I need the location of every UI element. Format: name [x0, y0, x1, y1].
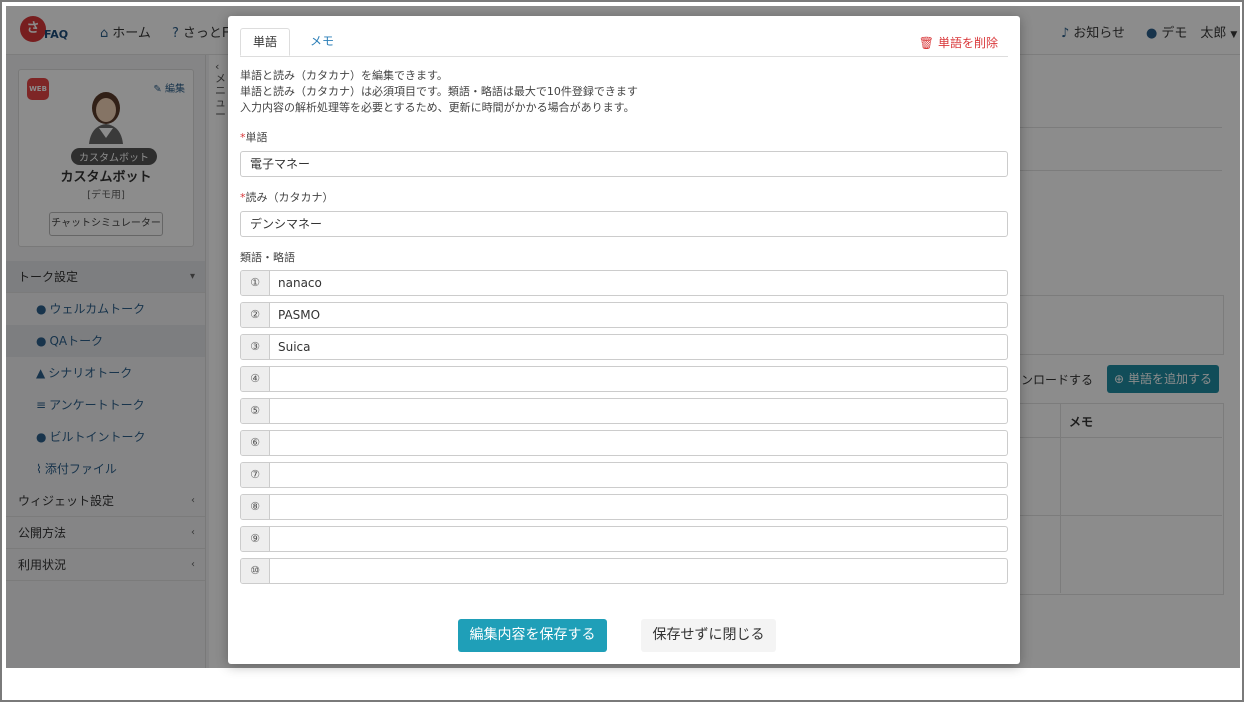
note-line: 入力内容の解析処理等を必要とするため、更新に時間がかかる場合があります。	[240, 101, 635, 114]
synonym-number: ⑦	[241, 463, 270, 487]
edit-word-modal: 単語 メモ 🗑 単語を削除 単語と読み（カタカナ）を編集できます。 単語と読み（カ…	[228, 16, 1020, 664]
reading-label: *読み（カタカナ）	[240, 189, 334, 205]
synonym-row-7[interactable]: ⑦	[240, 462, 1008, 488]
tab-memo[interactable]: メモ	[298, 28, 346, 56]
word-label-text: 単語	[245, 131, 268, 144]
synonym-number: ⑧	[241, 495, 270, 519]
reading-label-text: 読み（カタカナ）	[245, 191, 334, 204]
close-without-saving-button[interactable]: 保存せずに閉じる	[641, 619, 776, 652]
word-label: *単語	[240, 129, 268, 145]
synonym-number: ⑤	[241, 399, 270, 423]
delete-word-link[interactable]: 🗑 単語を削除	[919, 34, 998, 51]
synonym-input[interactable]: Suica	[278, 335, 311, 359]
synonym-row-5[interactable]: ⑤	[240, 398, 1008, 424]
synonym-row-6[interactable]: ⑥	[240, 430, 1008, 456]
synonym-number: ③	[241, 335, 270, 359]
screenshot-frame: さ FAQ ⌂ ホーム ? さっとF ♪ お知らせ ● デモ 太郎 ▼ WEB ✎ 編集	[0, 0, 1244, 702]
synonym-number: ⑨	[241, 527, 270, 551]
note-line: 単語と読み（カタカナ）は必須項目です。類語・略語は最大で10件登録できます	[240, 85, 638, 98]
synonym-row-2[interactable]: ② PASMO	[240, 302, 1008, 328]
synonym-row-4[interactable]: ④	[240, 366, 1008, 392]
synonym-number: ⑥	[241, 431, 270, 455]
synonym-row-9[interactable]: ⑨	[240, 526, 1008, 552]
synonym-number: ②	[241, 303, 270, 327]
synonym-number: ①	[241, 271, 270, 295]
delete-word-label: 単語を削除	[937, 36, 998, 50]
word-input[interactable]: 電子マネー	[240, 151, 1008, 177]
synonym-number: ⑩	[241, 559, 270, 583]
synonyms-label: 類語・略語	[240, 251, 295, 264]
modal-tabs: 単語 メモ	[240, 28, 1008, 57]
reading-input[interactable]: デンシマネー	[240, 211, 1008, 237]
synonym-row-3[interactable]: ③ Suica	[240, 334, 1008, 360]
modal-notes: 単語と読み（カタカナ）を編集できます。 単語と読み（カタカナ）は必須項目です。類…	[240, 68, 1008, 116]
save-button[interactable]: 編集内容を保存する	[458, 619, 607, 652]
synonym-input[interactable]: nanaco	[278, 271, 322, 295]
synonym-row-8[interactable]: ⑧	[240, 494, 1008, 520]
synonym-input[interactable]: PASMO	[278, 303, 320, 327]
tab-word[interactable]: 単語	[240, 28, 291, 56]
synonym-row-1[interactable]: ① nanaco	[240, 270, 1008, 296]
synonym-row-10[interactable]: ⑩	[240, 558, 1008, 584]
trash-icon: 🗑	[918, 36, 934, 50]
synonym-number: ④	[241, 367, 270, 391]
note-line: 単語と読み（カタカナ）を編集できます。	[240, 69, 448, 82]
